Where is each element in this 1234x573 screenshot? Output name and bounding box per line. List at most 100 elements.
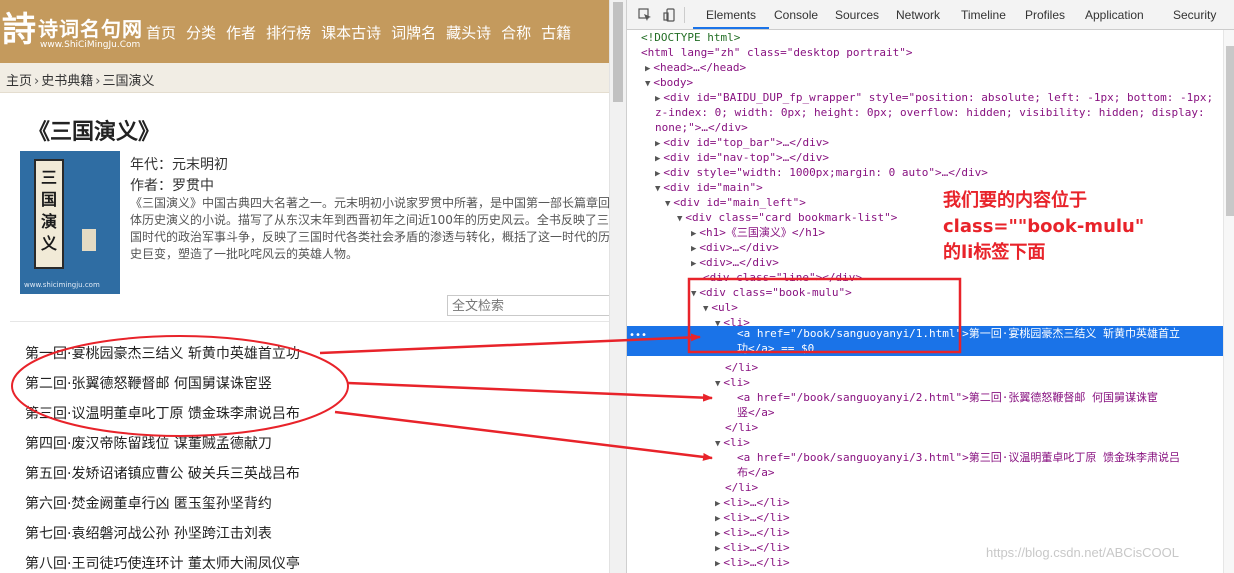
chevron-right-icon: › [34,74,40,89]
tab-security[interactable]: Security [1173,8,1216,22]
collapse-triangle-icon[interactable]: ▼ [715,439,720,449]
nav-item-category[interactable]: 分类 [186,22,216,43]
expand-triangle-icon[interactable]: ▶ [655,169,660,179]
more-icon[interactable]: ••• [629,330,647,341]
dom-node-line[interactable]: <div class="line"></div> [703,270,862,285]
dom-node-head[interactable]: ▶ <head>…</head> [645,60,746,75]
chapter-link[interactable]: 第一回·宴桃园豪杰三结义 斩黄巾英雄首立功 [25,339,300,369]
collapse-triangle-icon[interactable]: ▼ [645,79,650,89]
nav-item-joint-titles[interactable]: 合称 [501,22,531,43]
dom-node-book-mulu[interactable]: ▼ <div class="book-mulu"> [691,285,852,300]
dom-node-a1-end[interactable]: 功</a> == $0 [737,341,814,356]
dom-node-li-collapsed[interactable]: ▶ <li>…</li> [715,525,790,540]
chapter-link[interactable]: 第四回·废汉帝陈留践位 谋董贼孟德献刀 [25,429,300,459]
nav-item-ranking[interactable]: 排行榜 [266,22,311,43]
dom-node-nav-top[interactable]: ▶ <div id="nav-top">…</div> [655,150,829,165]
dom-node-li-collapsed[interactable]: ▶ <li>…</li> [715,555,790,570]
dom-node-a2[interactable]: <a href="/book/sanguoyanyi/2.html">第二回·张… [737,390,1158,405]
dom-node-ul[interactable]: ▼ <ul> [703,300,738,315]
expand-triangle-icon[interactable]: ▶ [691,244,696,254]
expand-triangle-icon[interactable]: ▶ [715,559,720,569]
nav-item-home[interactable]: 首页 [146,22,176,43]
dom-node-li-close[interactable]: </li> [725,420,758,435]
expand-triangle-icon[interactable]: ▶ [715,514,720,524]
tab-application[interactable]: Application [1085,8,1144,22]
expand-triangle-icon[interactable]: ▶ [715,529,720,539]
dom-node-card[interactable]: ▼ <div class="card bookmark-list"> [677,210,897,225]
dom-node-li[interactable]: ▼ <li> [715,375,750,390]
nav-item-textbook-poems[interactable]: 课本古诗 [321,22,381,43]
expand-triangle-icon[interactable]: ▶ [655,154,660,164]
dom-node-div[interactable]: ▶ <div>…</div> [691,255,779,270]
selected-node-highlight: <a href="/book/sanguoyanyi/1.html">第一回·宴… [627,326,1223,356]
dom-node-style-div[interactable]: ▶ <div style="width: 1000px;margin: 0 aut… [655,165,988,180]
nav-item-acrostic[interactable]: 藏头诗 [446,22,491,43]
collapse-triangle-icon[interactable]: ▼ [655,184,660,194]
expand-triangle-icon[interactable]: ▶ [645,64,650,74]
breadcrumb-history-books[interactable]: 史书典籍 [41,74,93,89]
inspect-element-icon[interactable] [638,8,652,22]
expand-triangle-icon[interactable]: ▶ [715,499,720,509]
dom-node-body[interactable]: ▼ <body> [645,75,693,90]
dom-node-li-close[interactable]: </li> [725,480,758,495]
expand-triangle-icon[interactable]: ▶ [691,259,696,269]
chapter-link[interactable]: 第五回·发矫诏诸镇应曹公 破关兵三英战吕布 [25,459,300,489]
expand-triangle-icon[interactable]: ▶ [655,139,660,149]
chapter-link[interactable]: 第三回·议温明董卓叱丁原 馈金珠李肃说吕布 [25,399,300,429]
tab-sources[interactable]: Sources [835,8,879,22]
tab-timeline[interactable]: Timeline [961,8,1006,22]
expand-triangle-icon[interactable]: ▶ [715,544,720,554]
collapse-triangle-icon[interactable]: ▼ [677,214,682,224]
dom-node-div[interactable]: ▶ <div>…</div> [691,240,779,255]
site-logo[interactable]: 詩 诗词名句网 www.ShiCiMingJu.Com [2,8,142,56]
collapse-triangle-icon[interactable]: ▼ [715,319,720,329]
devtools-toolbar: Elements Console Sources Network Timelin… [627,0,1234,30]
dom-node-main[interactable]: ▼ <div id="main"> [655,180,763,195]
tab-console[interactable]: Console [774,8,818,22]
tab-profiles[interactable]: Profiles [1025,8,1065,22]
dom-node-main-left[interactable]: ▼ <div id="main_left"> [665,195,806,210]
dom-node-li[interactable]: ▼ <li> [715,315,750,330]
chapter-link[interactable]: 第八回·王司徒巧使连环计 董太师大闹凤仪亭 [25,549,300,573]
scrollbar-thumb[interactable] [1226,46,1234,216]
dom-node-a3[interactable]: <a href="/book/sanguoyanyi/3.html">第三回·议… [737,450,1180,465]
devtools-scrollbar[interactable] [1223,30,1234,573]
tab-network[interactable]: Network [896,8,940,22]
dom-node-baidu[interactable]: ▶ <div id="BAIDU_DUP_fp_wrapper" style="p… [655,90,1213,105]
nav-item-cipai[interactable]: 词牌名 [391,22,436,43]
dom-node-text: z-index: 0; width: 0px; height: 0px; ove… [655,106,1205,119]
dom-node-li-collapsed[interactable]: ▶ <li>…</li> [715,540,790,555]
dom-node-li-collapsed[interactable]: ▶ <li>…</li> [715,495,790,510]
dom-node-text: <li>…</li> [723,526,790,539]
page-scrollbar[interactable] [609,0,626,573]
fulltext-search-input[interactable] [447,295,609,316]
expand-triangle-icon[interactable]: ▶ [655,94,660,104]
dom-node-text: <div id="main_left"> [673,196,806,209]
chapter-link[interactable]: 第二回·张翼德怒鞭督邮 何国舅谋诛宦竖 [25,369,300,399]
collapse-triangle-icon[interactable]: ▼ [715,379,720,389]
cover-label: 三国演义 [34,159,64,269]
scrollbar-thumb[interactable] [613,2,623,102]
nav-item-classics[interactable]: 古籍 [541,22,571,43]
expand-triangle-icon[interactable]: ▶ [691,229,696,239]
dom-node-top-bar[interactable]: ▶ <div id="top_bar">…</div> [655,135,829,150]
dom-node-text: <div class="book-mulu"> [699,286,852,299]
dom-node-text: <body> [653,76,694,89]
dom-node-doctype[interactable]: <!DOCTYPE html> [641,30,740,45]
dom-node-li[interactable]: ▼ <li> [715,435,750,450]
dom-node-li-collapsed[interactable]: ▶ <li>…</li> [715,510,790,525]
dom-node-a1[interactable]: <a href="/book/sanguoyanyi/1.html">第一回·宴… [737,326,1180,341]
tab-elements[interactable]: Elements [706,8,756,22]
breadcrumb-home[interactable]: 主页 [6,74,32,89]
dom-node-h1[interactable]: ▶ <h1>《三国演义》</h1> [691,225,825,240]
chapter-link[interactable]: 第七回·袁绍磐河战公孙 孙坚跨江击刘表 [25,519,300,549]
device-toggle-icon[interactable] [663,8,677,22]
dom-node-li-close[interactable]: </li> [725,360,758,375]
chapter-link[interactable]: 第六回·焚金阙董卓行凶 匿玉玺孙坚背约 [25,489,300,519]
nav-item-authors[interactable]: 作者 [226,22,256,43]
dom-node-text: <div>…</div> [699,256,779,269]
collapse-triangle-icon[interactable]: ▼ [703,304,708,314]
dom-node-html[interactable]: <html lang="zh" class="desktop portrait"… [641,45,913,60]
collapse-triangle-icon[interactable]: ▼ [691,289,696,299]
collapse-triangle-icon[interactable]: ▼ [665,199,670,209]
